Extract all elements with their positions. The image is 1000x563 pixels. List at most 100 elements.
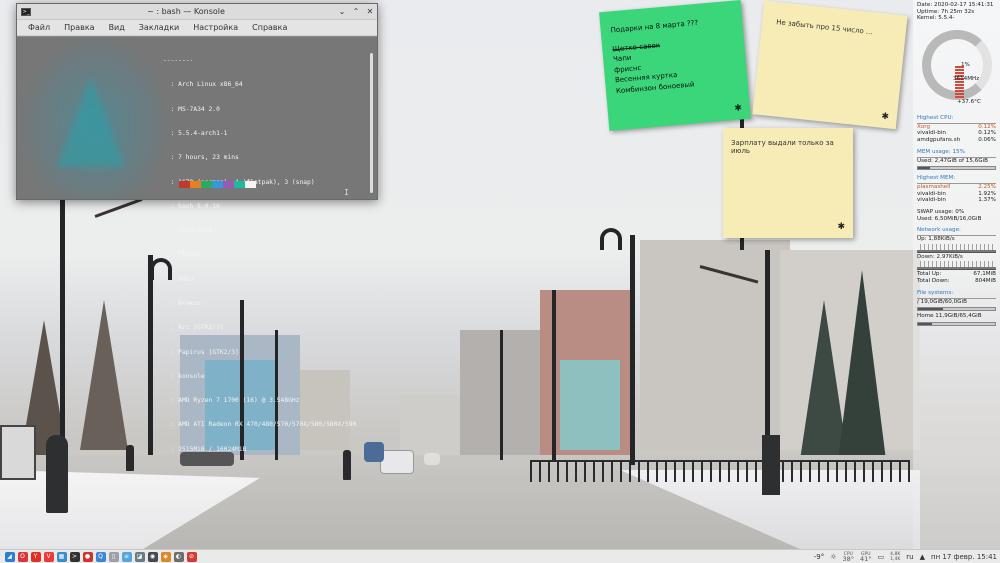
cpu-temp: +37.6°C	[957, 98, 981, 105]
process-row: vivaldi-bin 1.37%	[917, 197, 996, 204]
maximize-icon[interactable]: ⌃	[349, 7, 363, 16]
monitor-icon[interactable]: ▭	[878, 553, 885, 561]
files-icon[interactable]: ▦	[56, 551, 67, 562]
mem-used: Used: 2,47GiB of 15,6GiB	[917, 157, 988, 164]
network-heading: Network usage:	[917, 227, 996, 237]
total-up-row: Total Up: 67,1MiB	[917, 271, 996, 278]
media-icon[interactable]: ◐	[173, 551, 184, 562]
opera-icon[interactable]: O	[17, 551, 28, 562]
steam-icon[interactable]: ◉	[147, 551, 158, 562]
settings-gear-icon[interactable]: ✱	[881, 112, 890, 123]
total-up-label: Total Up:	[917, 271, 942, 278]
document-icon[interactable]: ▯	[108, 551, 119, 562]
cpu-freq: 3614MHz	[953, 75, 980, 82]
swap-used: Used: 6,50MiB/16,0GiB	[917, 215, 982, 222]
garland	[94, 197, 143, 218]
konsole-menubar: Файл Правка Вид Закладки Настройка Справ…	[17, 20, 377, 36]
konsole-window[interactable]: >_ ~ : bash — Konsole ⌄ ⌃ ✕ Файл Правка …	[16, 3, 378, 453]
fir-tree	[838, 270, 886, 460]
terminal-area[interactable]: -------- : Arch Linux x86_64 : MS-7A34 2…	[17, 37, 377, 453]
minimize-icon[interactable]: ⌄	[335, 7, 349, 16]
palette-swatch	[223, 181, 234, 188]
cpu-temp-value: 38°	[842, 554, 855, 563]
neofetch-line: : AMD ATI Radeon RX 470/480/570/570X/580…	[163, 421, 357, 429]
mem-bar	[917, 166, 996, 171]
street-lamp-head	[600, 228, 622, 250]
mem-bar-fill	[918, 167, 930, 170]
sticky-note-reminder[interactable]: Не забыть про 15 число ... ✱	[752, 0, 908, 130]
record-icon[interactable]: ●	[82, 551, 93, 562]
process-row: Xorg 0.12%	[917, 124, 996, 131]
sticky-note-salary[interactable]: Зарплату выдали только за июль ✱	[723, 128, 853, 238]
konsole-titlebar[interactable]: >_ ~ : bash — Konsole ⌄ ⌃ ✕	[17, 4, 377, 20]
scrollbar[interactable]	[370, 53, 373, 193]
process-value: 1.92%	[978, 190, 996, 197]
street-lamp	[765, 250, 770, 465]
menu-bookmarks[interactable]: Закладки	[139, 23, 179, 32]
color-palette	[179, 181, 256, 188]
torrent-icon[interactable]: Q	[95, 551, 106, 562]
neofetch-line: : 1920x1080	[163, 227, 213, 235]
menu-file[interactable]: Файл	[28, 23, 50, 32]
total-up-value: 67,1MiB	[973, 271, 996, 278]
neofetch-line: : 2515MiB / 16024MiB	[163, 445, 247, 453]
fs-root: / 19,0GiB/60,0GiB	[917, 298, 967, 305]
fs-root-bar-fill	[918, 308, 943, 311]
fs-home-bar-fill	[918, 322, 932, 325]
car	[424, 453, 440, 465]
menu-help[interactable]: Справка	[252, 23, 287, 32]
palette-swatch	[212, 181, 223, 188]
system-monitor-panel: Date: 2020-02-17 15:41:31 Uptime: 7h 25m…	[913, 0, 1000, 549]
neofetch-line: : Papirus [GTK2/3]	[163, 348, 239, 356]
settings-gear-icon[interactable]: ✱	[837, 222, 845, 232]
net-up-small: 1,4K	[890, 556, 901, 562]
settings-gear-icon[interactable]: ✱	[734, 103, 742, 114]
palette-swatch	[179, 181, 190, 188]
game-icon[interactable]: ◈	[160, 551, 171, 562]
tray-arrow-icon[interactable]: ▲	[920, 553, 925, 561]
iron-fence	[530, 460, 910, 482]
weather-icon[interactable]: ☼	[830, 553, 836, 561]
neofetch-line: --------	[163, 57, 194, 65]
vivaldi-icon[interactable]: V	[43, 551, 54, 562]
konsole-icon[interactable]: >	[69, 551, 80, 562]
process-value: 1.37%	[978, 197, 996, 204]
taskbar: ◢ O Y V ▦ > ● Q ▯ ≡ ◪ ◉ ◈ ◐ ⊘ -9° ☼ CPU 38° GPU 41° ▭ 4,…	[0, 549, 1000, 563]
net-speed-widget[interactable]: 4,8K 1,4K	[890, 552, 900, 562]
uptime-text: Uptime: 7h 25m 32s	[917, 8, 975, 15]
total-down-row: Total Down: 804MiB	[917, 278, 996, 285]
yandex-icon[interactable]: Y	[30, 551, 41, 562]
sticky-note-gifts[interactable]: Подарки на 8 марта ??? Щетко-савок Чапи …	[599, 0, 751, 131]
net-up: Up: 1,88KiB/s	[917, 236, 955, 243]
antivirus-icon[interactable]: ⊘	[186, 551, 197, 562]
language-indicator[interactable]: ru	[906, 553, 913, 561]
close-icon[interactable]: ✕	[363, 7, 377, 16]
highest-cpu-heading: Highest CPU:	[917, 115, 996, 124]
neofetch-line: : 7 hours, 23 mins	[163, 154, 239, 162]
mem-heading: MEM usage: 15%	[917, 149, 996, 158]
image-viewer-icon[interactable]: ◪	[134, 551, 145, 562]
menu-edit[interactable]: Правка	[64, 23, 94, 32]
menu-view[interactable]: Вид	[109, 23, 125, 32]
gpu-temp-widget[interactable]: GPU 41°	[860, 552, 872, 562]
street-lamp	[500, 330, 503, 460]
text-cursor-icon: I	[344, 188, 349, 197]
menu-settings[interactable]: Настройка	[193, 23, 238, 32]
cpu-temp-widget[interactable]: CPU 38°	[842, 552, 854, 562]
building	[400, 395, 460, 455]
arch-logo-icon	[57, 77, 125, 167]
temperature-text: -9°	[813, 552, 825, 561]
kernel-text: Kernel: 5.5.4-	[917, 15, 955, 22]
neofetch-output: -------- : Arch Linux x86_64 : MS-7A34 2…	[163, 41, 356, 470]
note-text: Не забыть про 15 число ...	[775, 18, 874, 37]
cpu-temp-bar	[955, 65, 964, 98]
clock[interactable]: пн 17 февр. 15:41	[931, 553, 997, 561]
text-editor-icon[interactable]: ≡	[121, 551, 132, 562]
neofetch-line: : Plasma	[163, 251, 201, 259]
neofetch-line: : KWin	[163, 275, 194, 283]
process-row: plasmashell 2.25%	[917, 184, 996, 191]
neofetch-line: : AMD Ryzen 7 1700 (16) @ 3.548GHz	[163, 397, 300, 405]
app-launcher-icon[interactable]: ◢	[4, 551, 15, 562]
palette-swatch	[245, 181, 256, 188]
cpu-gauge: 1% 3614MHz +37.6°C	[917, 24, 995, 110]
